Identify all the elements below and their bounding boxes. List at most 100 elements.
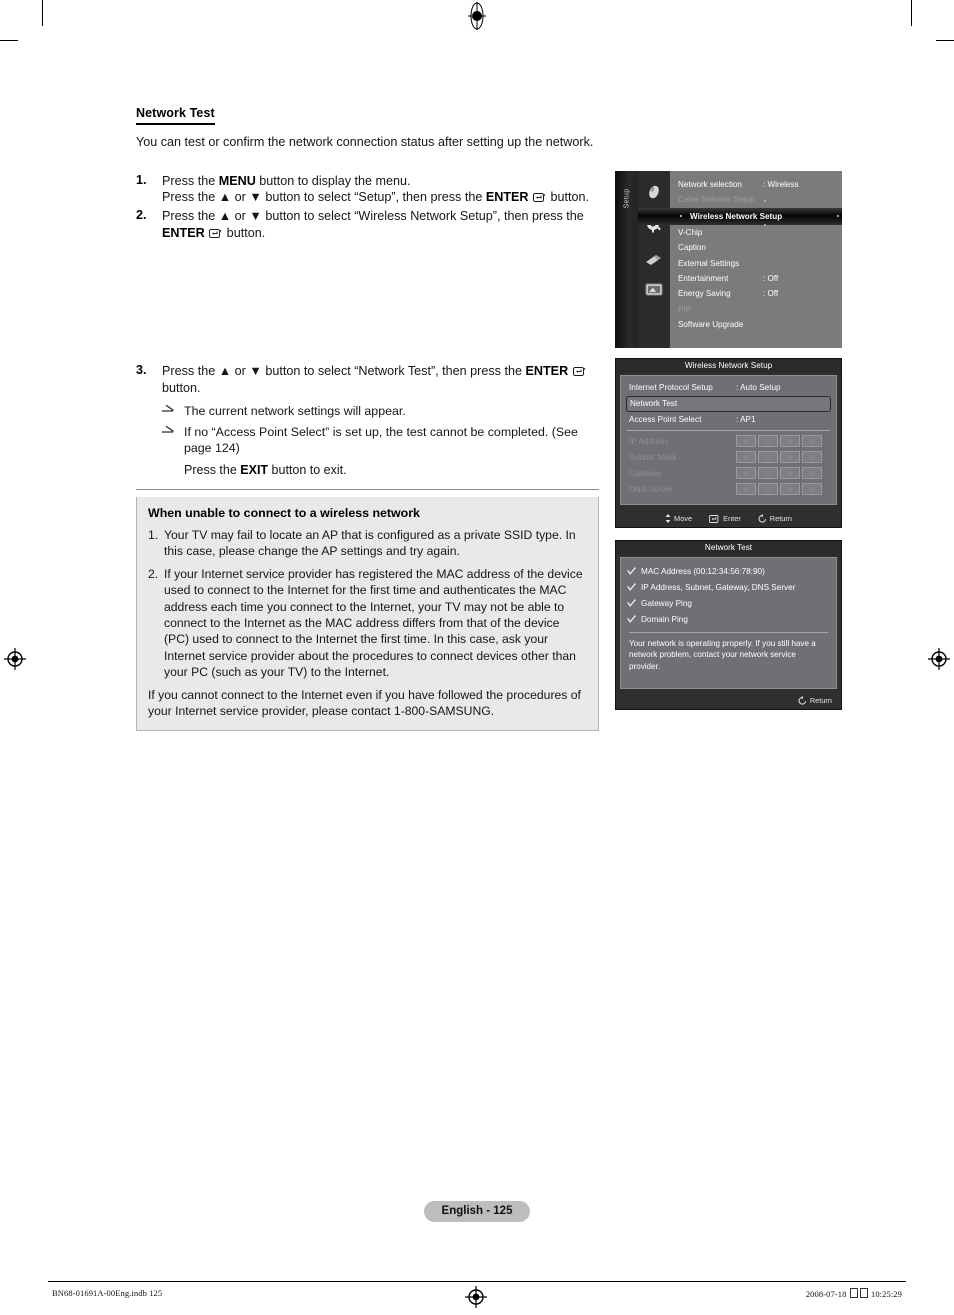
dialog-title: Network Test	[616, 541, 841, 555]
hint-return: Return	[798, 696, 832, 705]
step3-line1-a: Press the ▲ or ▼ button to select “Netwo…	[162, 364, 526, 378]
check-label: Domain Ping	[641, 615, 688, 624]
missing-glyph-icon	[859, 1288, 868, 1298]
octet-field[interactable]: 0	[758, 451, 778, 463]
step-number: 3.	[136, 363, 147, 377]
footer-rule	[48, 1281, 906, 1282]
exit-b: button to exit.	[268, 463, 347, 478]
registration-mark-bottom	[465, 1286, 487, 1308]
result-separator	[629, 632, 828, 633]
row-label: Subnet Mask	[629, 453, 677, 462]
step-item-3: 3. Press the ▲ or ▼ button to select “Ne…	[136, 363, 600, 479]
step-item-1: 1. Press the MENU button to display the …	[136, 173, 600, 206]
menu-category-rail: Setup	[615, 171, 638, 348]
note-text: The current network settings will appear…	[184, 404, 406, 419]
octet-field[interactable]: 0	[780, 435, 800, 447]
row-subnet-mask: Subnet Mask : 0 0 0 0	[626, 450, 831, 466]
octet-field[interactable]: 0	[736, 451, 756, 463]
octet-field[interactable]: 0	[736, 467, 756, 479]
menu-item-network-selection[interactable]: Network selection : Wireless	[670, 177, 842, 192]
menu-item-cable-network-setup[interactable]: Cable Network Setup	[670, 192, 842, 207]
dialog-footer-hints: Return	[616, 694, 841, 707]
menu-item-value: : Wireless	[763, 180, 799, 189]
octet-field[interactable]: 0	[736, 483, 756, 495]
footer-date: 2008-07-18	[805, 1289, 847, 1299]
note-text: If no “Access Point Select” is set up, t…	[184, 424, 578, 456]
row-network-test[interactable]: Network Test	[626, 396, 831, 412]
menu-item-value: : Off	[763, 289, 779, 299]
menu-item-energy-saving[interactable]: Energy Saving : Off	[670, 286, 842, 301]
octet-field[interactable]: 0	[802, 467, 822, 479]
arrow-bullet-icon	[162, 403, 184, 414]
troubleshooting-box: When unable to connect to a wireless net…	[136, 497, 599, 732]
footer-time: 10:25:29	[870, 1289, 902, 1299]
menu-item-caption[interactable]: Caption	[670, 240, 842, 255]
updown-arrow-icon	[665, 514, 671, 523]
troubleshooting-footer: If you cannot connect to the Internet ev…	[148, 687, 581, 719]
menu-item-label: Wireless Network Setup	[690, 211, 783, 221]
row-gateway: Gateway : 0 0 0 0	[626, 466, 831, 482]
registration-mark-left	[4, 648, 26, 670]
step1-enter-key: ENTER	[485, 190, 529, 205]
menu-item-external-settings[interactable]: External Settings	[670, 256, 842, 271]
crop-mark-top-left-vertical	[42, 0, 43, 26]
row-ip-address: IP Address : 0 0 0 0	[626, 434, 831, 450]
selection-dot-right	[837, 214, 839, 217]
troubleshooting-title: When unable to connect to a wireless net…	[148, 506, 420, 520]
row-internet-protocol-setup[interactable]: Internet Protocol Setup : Auto Setup	[626, 380, 831, 396]
step1-menu-key: MENU	[218, 173, 256, 188]
osd-network-test-result: Network Test MAC Address (00:12:34:56:78…	[615, 540, 842, 710]
menu-item-pip[interactable]: PIP	[670, 302, 842, 317]
scroll-up-indicator	[764, 200, 766, 202]
item-text: If your Internet service provider has re…	[164, 566, 583, 680]
menu-item-label: Cable Network Setup	[678, 195, 755, 205]
menu-item-label: PIP	[678, 304, 692, 314]
result-message: Your network is operating properly. If y…	[629, 639, 816, 671]
return-icon	[758, 514, 767, 523]
octet-field[interactable]: 0	[758, 467, 778, 479]
row-colon: :	[729, 485, 732, 494]
hint-label: Return	[809, 696, 832, 705]
dialog-body: Internet Protocol Setup : Auto Setup Net…	[620, 375, 837, 505]
step3-notes: The current network settings will appear…	[162, 403, 600, 456]
octet-field[interactable]: 0	[780, 467, 800, 479]
dialog-body: MAC Address (00:12:34:56:78:90) IP Addre…	[620, 557, 837, 689]
menu-item-software-upgrade[interactable]: Software Upgrade	[670, 317, 842, 332]
menu-item-label: V-Chip	[678, 227, 703, 237]
step2-line1-b: button.	[223, 225, 266, 240]
osd-setup-menu: Setup Network selection : Wireless Cable…	[615, 171, 842, 348]
menu-item-entertainment[interactable]: Entertainment : Off	[670, 271, 842, 286]
step1-line1-b: button to display the menu.	[255, 173, 411, 188]
row-access-point-select[interactable]: Access Point Select : AP1	[626, 412, 831, 428]
octet-field[interactable]: 0	[780, 451, 800, 463]
input-icon	[643, 183, 665, 201]
row-label: DNS Server	[629, 485, 673, 494]
octet-field[interactable]: 0	[736, 435, 756, 447]
octet-field[interactable]: 0	[802, 483, 822, 495]
check-item-mac-address: MAC Address (00:12:34:56:78:90)	[627, 564, 830, 580]
exit-instruction: Press the EXIT button to exit.	[184, 462, 600, 479]
checkmark-icon	[627, 564, 636, 575]
menu-item-label: External Settings	[678, 258, 740, 268]
row-label: IP Address	[629, 437, 669, 446]
octet-field[interactable]: 0	[802, 451, 822, 463]
octet-field[interactable]: 0	[758, 435, 778, 447]
menu-item-label: Software Upgrade	[678, 320, 744, 330]
content-divider	[136, 489, 599, 490]
row-dns-server: DNS Server : 0 0 0 0	[626, 482, 831, 498]
tv-icon	[643, 281, 665, 299]
menu-item-v-chip[interactable]: V-Chip	[670, 225, 842, 240]
check-label: IP Address, Subnet, Gateway, DNS Server	[641, 583, 796, 592]
registration-mark-right	[928, 648, 950, 670]
octet-field[interactable]: 0	[802, 435, 822, 447]
return-icon	[798, 696, 807, 705]
menu-item-wireless-network-setup[interactable]: Wireless Network Setup	[638, 207, 842, 225]
dialog-title: Wireless Network Setup	[616, 359, 841, 373]
octet-field[interactable]: 0	[758, 483, 778, 495]
octet-field[interactable]: 0	[780, 483, 800, 495]
row-colon: :	[729, 469, 732, 478]
step-text: Press the ▲ or ▼ button to select “Wirel…	[162, 208, 600, 241]
check-item-ip-subnet-gateway-dns: IP Address, Subnet, Gateway, DNS Server	[627, 580, 830, 596]
step1-line1-a: Press the	[162, 173, 219, 188]
row-label: Access Point Select	[629, 415, 702, 424]
